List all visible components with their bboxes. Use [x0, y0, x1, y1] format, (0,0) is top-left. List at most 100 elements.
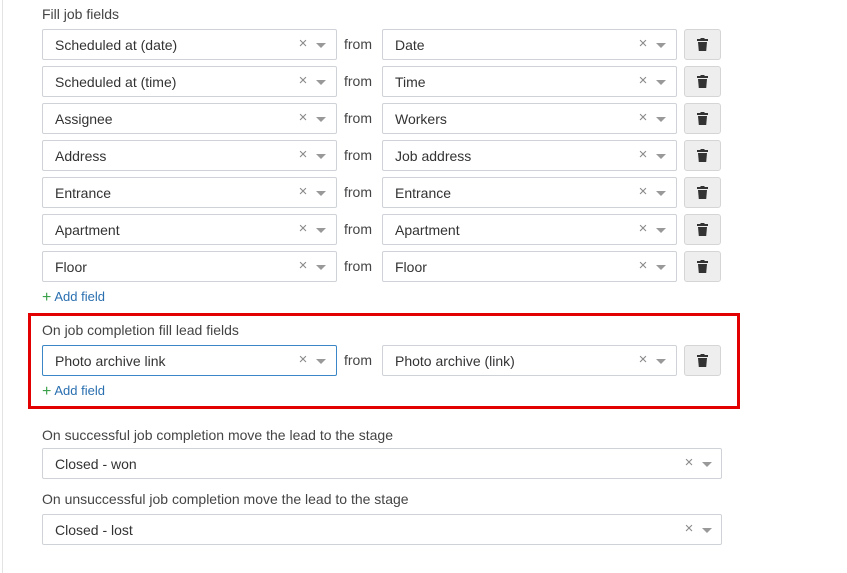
- clear-icon[interactable]: ×: [636, 257, 650, 274]
- failure-stage-title: On unsuccessful job completion move the …: [42, 491, 409, 507]
- source-field-value: Job address: [395, 148, 472, 164]
- delete-row-button[interactable]: [684, 66, 721, 97]
- delete-row-button[interactable]: [684, 103, 721, 134]
- source-field-value: Entrance: [395, 185, 452, 201]
- source-field-value: Workers: [395, 111, 447, 127]
- chevron-down-icon[interactable]: [656, 359, 666, 364]
- clear-icon[interactable]: ×: [636, 220, 650, 237]
- source-field-select[interactable]: Photo archive (link) ×: [382, 345, 677, 376]
- source-field-select[interactable]: Entrance ×: [382, 177, 677, 208]
- clear-icon[interactable]: ×: [296, 220, 310, 237]
- field-mapping-row: Scheduled at (date) × from Date ×: [42, 29, 722, 60]
- source-field-select[interactable]: Floor ×: [382, 251, 677, 282]
- add-lead-field-link[interactable]: + Add field: [42, 382, 105, 400]
- chevron-down-icon[interactable]: [656, 117, 666, 122]
- source-field-select[interactable]: Date ×: [382, 29, 677, 60]
- clear-icon[interactable]: ×: [636, 109, 650, 126]
- target-field-value: Floor: [55, 259, 87, 275]
- target-field-value: Entrance: [55, 185, 112, 201]
- delete-row-button[interactable]: [684, 177, 721, 208]
- clear-icon[interactable]: ×: [296, 35, 310, 52]
- chevron-down-icon[interactable]: [316, 80, 326, 85]
- success-stage-select[interactable]: Closed - won ×: [42, 448, 722, 479]
- plus-icon: +: [42, 383, 52, 400]
- chevron-down-icon[interactable]: [702, 528, 712, 533]
- target-field-value: Scheduled at (time): [55, 74, 177, 90]
- target-field-select[interactable]: Assignee ×: [42, 103, 337, 134]
- delete-row-button[interactable]: [684, 345, 721, 376]
- source-field-value: Apartment: [395, 222, 460, 238]
- failure-stage-value: Closed - lost: [55, 522, 133, 538]
- chevron-down-icon[interactable]: [316, 228, 326, 233]
- target-field-select[interactable]: Apartment ×: [42, 214, 337, 245]
- fill-job-fields-title: Fill job fields: [42, 6, 120, 22]
- panel-border: [2, 0, 3, 573]
- clear-icon[interactable]: ×: [636, 183, 650, 200]
- clear-icon[interactable]: ×: [636, 351, 650, 368]
- delete-row-button[interactable]: [684, 214, 721, 245]
- chevron-down-icon[interactable]: [316, 117, 326, 122]
- clear-icon[interactable]: ×: [682, 454, 696, 471]
- field-mapping-row: Floor × from Floor ×: [42, 251, 722, 282]
- from-label: from: [344, 352, 372, 368]
- target-field-value: Assignee: [55, 111, 113, 127]
- target-field-select[interactable]: Scheduled at (date) ×: [42, 29, 337, 60]
- delete-row-button[interactable]: [684, 140, 721, 171]
- success-stage-title: On successful job completion move the le…: [42, 427, 393, 443]
- field-mapping-row: Photo archive link × from Photo archive (li…: [42, 345, 722, 376]
- from-label: from: [344, 110, 372, 126]
- from-label: from: [344, 221, 372, 237]
- plus-icon: +: [42, 289, 52, 306]
- chevron-down-icon[interactable]: [656, 43, 666, 48]
- chevron-down-icon[interactable]: [316, 191, 326, 196]
- chevron-down-icon[interactable]: [656, 265, 666, 270]
- source-field-value: Photo archive (link): [395, 353, 515, 369]
- target-field-select[interactable]: Photo archive link ×: [42, 345, 337, 376]
- source-field-value: Date: [395, 37, 425, 53]
- target-field-select[interactable]: Entrance ×: [42, 177, 337, 208]
- chevron-down-icon[interactable]: [656, 80, 666, 85]
- field-mapping-row: Entrance × from Entrance ×: [42, 177, 722, 208]
- failure-stage-select[interactable]: Closed - lost ×: [42, 514, 722, 545]
- target-field-select[interactable]: Scheduled at (time) ×: [42, 66, 337, 97]
- source-field-select[interactable]: Job address ×: [382, 140, 677, 171]
- delete-row-button[interactable]: [684, 29, 721, 60]
- chevron-down-icon[interactable]: [702, 462, 712, 467]
- delete-row-button[interactable]: [684, 251, 721, 282]
- target-field-select[interactable]: Address ×: [42, 140, 337, 171]
- target-field-select[interactable]: Floor ×: [42, 251, 337, 282]
- clear-icon[interactable]: ×: [296, 72, 310, 89]
- clear-icon[interactable]: ×: [296, 183, 310, 200]
- chevron-down-icon[interactable]: [316, 154, 326, 159]
- clear-icon[interactable]: ×: [296, 351, 310, 368]
- clear-icon[interactable]: ×: [682, 520, 696, 537]
- from-label: from: [344, 36, 372, 52]
- add-job-field-link[interactable]: + Add field: [42, 288, 105, 306]
- target-field-value: Scheduled at (date): [55, 37, 178, 53]
- success-stage-value: Closed - won: [55, 456, 137, 472]
- clear-icon[interactable]: ×: [636, 146, 650, 163]
- source-field-value: Time: [395, 74, 426, 90]
- target-field-value: Apartment: [55, 222, 120, 238]
- chevron-down-icon[interactable]: [316, 359, 326, 364]
- clear-icon[interactable]: ×: [296, 257, 310, 274]
- source-field-select[interactable]: Workers ×: [382, 103, 677, 134]
- clear-icon[interactable]: ×: [296, 146, 310, 163]
- source-field-select[interactable]: Apartment ×: [382, 214, 677, 245]
- target-field-value: Photo archive link: [55, 353, 166, 369]
- source-field-value: Floor: [395, 259, 427, 275]
- chevron-down-icon[interactable]: [656, 154, 666, 159]
- from-label: from: [344, 258, 372, 274]
- clear-icon[interactable]: ×: [636, 35, 650, 52]
- source-field-select[interactable]: Time ×: [382, 66, 677, 97]
- field-mapping-row: Assignee × from Workers ×: [42, 103, 722, 134]
- chevron-down-icon[interactable]: [316, 43, 326, 48]
- clear-icon[interactable]: ×: [296, 109, 310, 126]
- chevron-down-icon[interactable]: [656, 228, 666, 233]
- chevron-down-icon[interactable]: [656, 191, 666, 196]
- target-field-value: Address: [55, 148, 107, 164]
- chevron-down-icon[interactable]: [316, 265, 326, 270]
- add-field-label: Add field: [54, 383, 105, 398]
- clear-icon[interactable]: ×: [636, 72, 650, 89]
- from-label: from: [344, 73, 372, 89]
